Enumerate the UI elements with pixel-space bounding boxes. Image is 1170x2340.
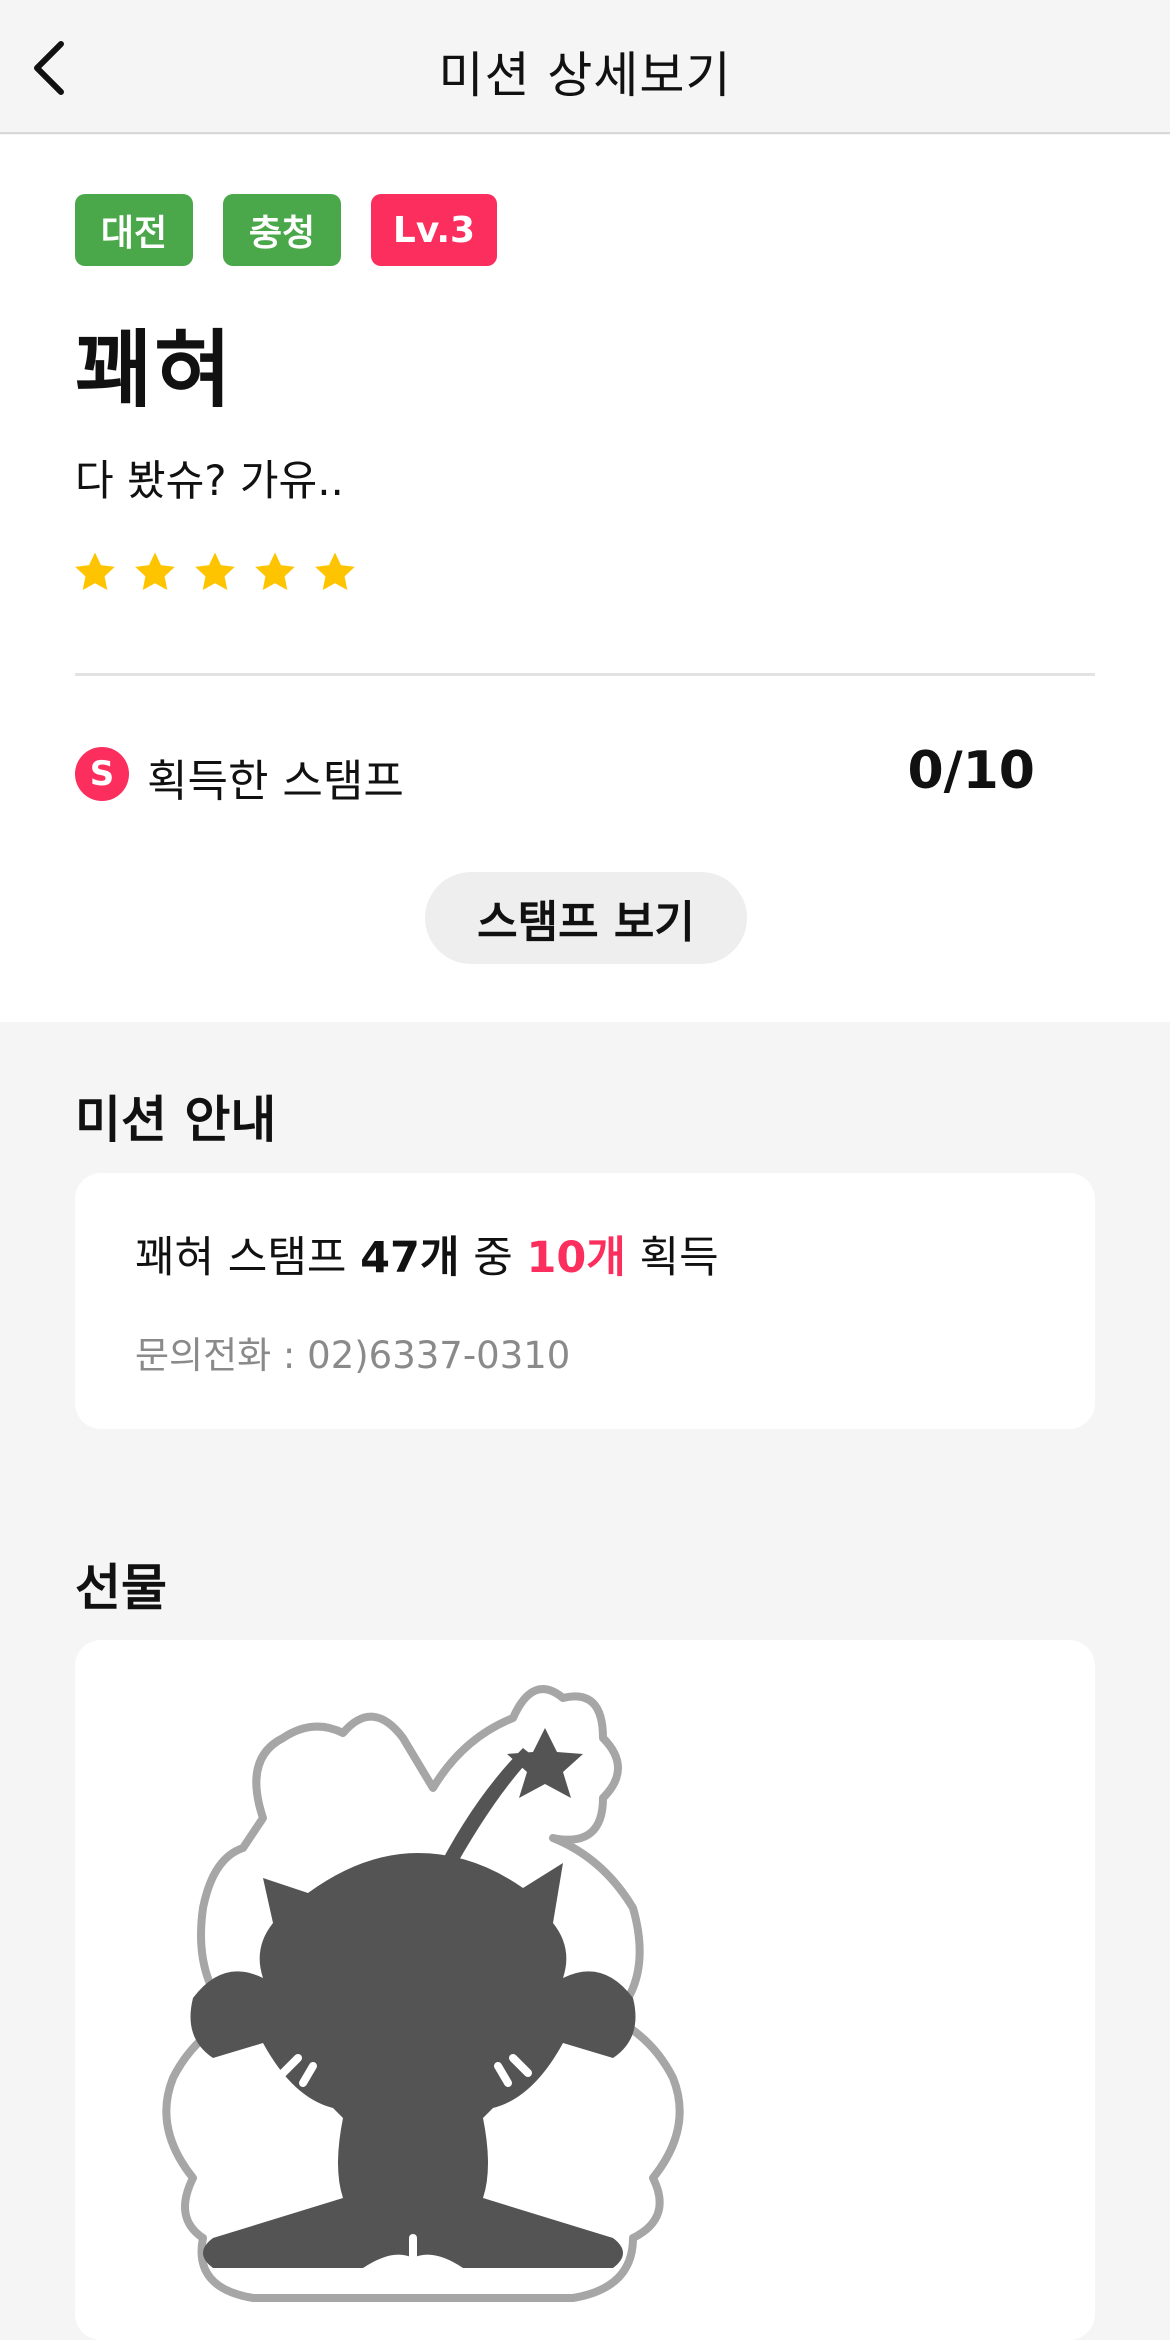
gift-title: 선물 <box>75 1559 167 1617</box>
divider <box>75 673 1095 676</box>
star-icon <box>75 552 115 591</box>
info-total: 47개 <box>360 1233 460 1283</box>
region-tag: 충청 <box>223 194 341 266</box>
star-icon <box>135 552 175 591</box>
info-prefix: 꽤혀 스탬프 <box>135 1233 347 1283</box>
region-tag: 대전 <box>75 194 193 266</box>
info-required: 10개 <box>526 1233 626 1283</box>
star-icon <box>255 552 295 591</box>
stamp-progress-row: S 획득한 스탬프 0/10 <box>75 739 1035 809</box>
tag-list: 대전 충청 Lv.3 <box>75 194 497 266</box>
mission-info-text: 꽤혀 스탬프 47개 중 10개 획득 <box>135 1223 719 1285</box>
star-icon <box>195 552 235 591</box>
header-bar: 미션 상세보기 <box>0 0 1170 134</box>
view-stamps-button[interactable]: 스탬프 보기 <box>425 872 747 964</box>
mission-info-title: 미션 안내 <box>75 1091 277 1149</box>
mission-title: 꽤혀 <box>75 321 234 419</box>
gift-card <box>75 1640 1095 2340</box>
stamp-count: 0/10 <box>907 741 1035 801</box>
info-middle: 중 <box>473 1233 513 1283</box>
contact-phone: 문의전화 : 02)6337-0310 <box>135 1334 571 1377</box>
mission-subtitle: 다 봤슈? 가유.. <box>75 456 344 505</box>
stamp-badge-icon: S <box>75 747 129 801</box>
mascot-image <box>162 1685 684 2302</box>
level-tag: Lv.3 <box>371 194 497 266</box>
stamp-label: 획득한 스탬프 <box>147 756 404 807</box>
info-suffix: 획득 <box>639 1233 719 1283</box>
mission-summary-card: 대전 충청 Lv.3 꽤혀 다 봤슈? 가유.. S 획득한 스탬프 0/10 … <box>0 135 1170 1022</box>
mission-info-card: 꽤혀 스탬프 47개 중 10개 획득 문의전화 : 02)6337-0310 <box>75 1173 1095 1429</box>
page-title: 미션 상세보기 <box>438 47 732 104</box>
star-icon <box>315 552 355 591</box>
star-rating <box>72 549 358 595</box>
